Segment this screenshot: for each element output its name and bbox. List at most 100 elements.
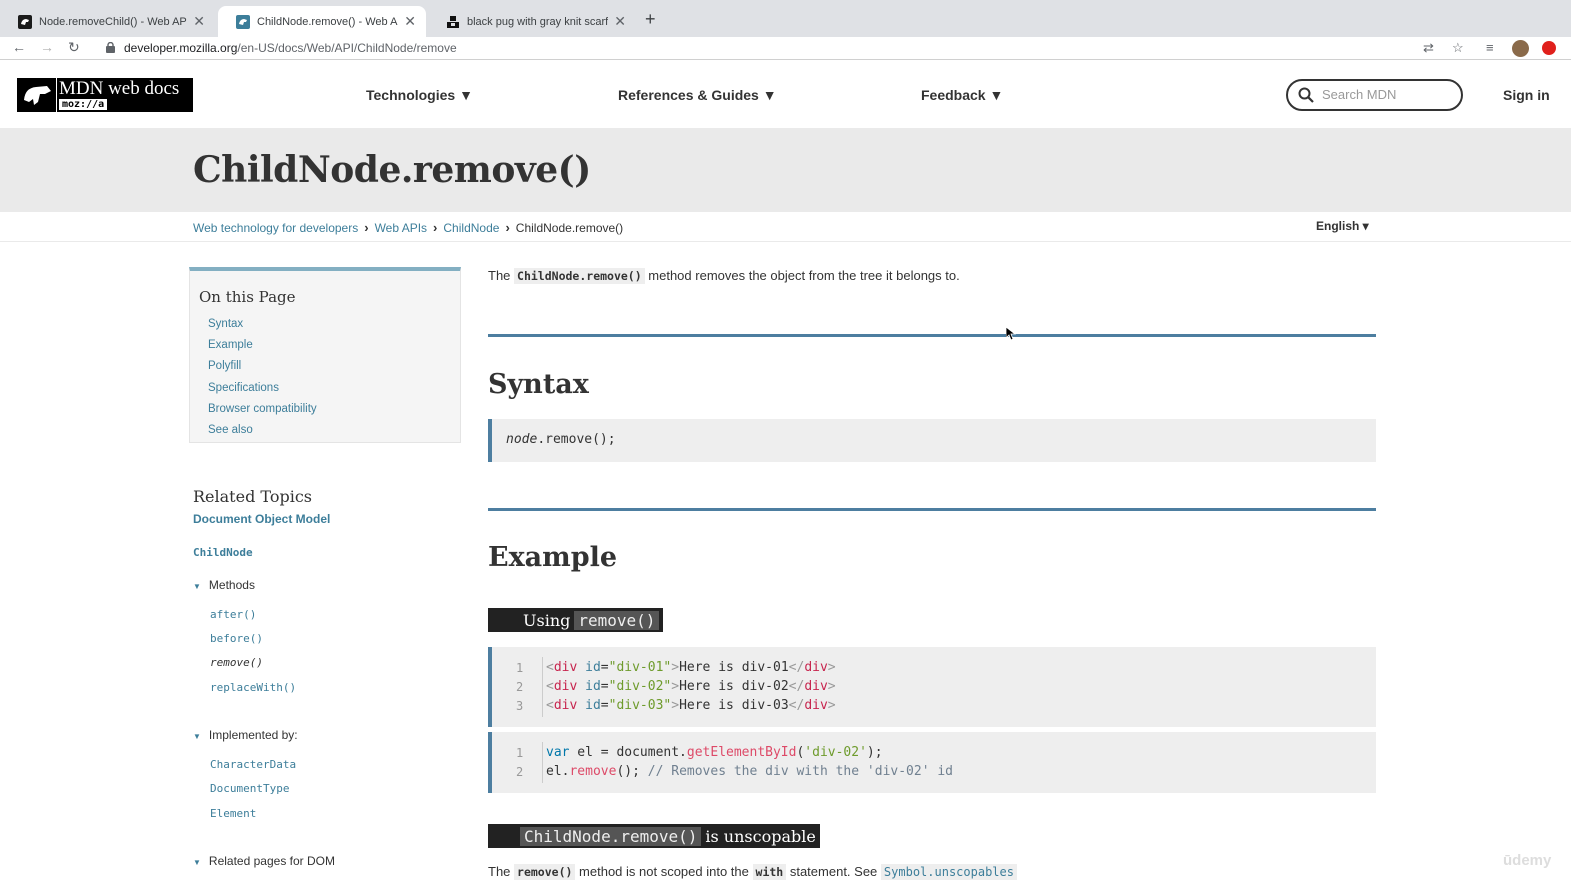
intro-paragraph: The ChildNode.remove() method removes th… [488, 268, 960, 284]
logo-title: MDN web docs [59, 78, 180, 99]
line-gutter [542, 657, 543, 717]
forward-icon[interactable]: → [40, 39, 54, 55]
section-divider [488, 334, 1376, 337]
line-number: 1 [516, 661, 524, 675]
breadcrumb-web-tech[interactable]: Web technology for developers [193, 221, 358, 235]
toc-item-see-also[interactable]: See also [208, 423, 317, 444]
unscopable-text: is unscopable [705, 826, 816, 846]
mouse-cursor-icon [1006, 327, 1016, 341]
back-icon[interactable]: ← [12, 39, 26, 55]
implemented-label: Implemented by: [208, 728, 298, 742]
tab-node-removechild[interactable]: Node.removeChild() - Web API ✕ [0, 6, 215, 37]
related-pages-toggle[interactable]: ▼ Related pages for DOM [193, 854, 335, 868]
unscopable-paragraph: The remove() method is not scoped into t… [488, 864, 1017, 880]
method-remove-current: remove() [210, 656, 263, 669]
url-host: developer.mozilla.org [124, 41, 238, 55]
toc-item-syntax[interactable]: Syntax [208, 317, 317, 338]
logo-text: MDN web docs moz://a [56, 78, 193, 112]
close-icon[interactable]: ✕ [193, 13, 205, 30]
extension-record-icon[interactable] [1542, 41, 1556, 55]
line-number: 2 [516, 765, 524, 779]
breadcrumb-web-apis[interactable]: Web APIs [375, 221, 427, 235]
inline-code: remove() [514, 864, 576, 880]
using-label: Using [523, 610, 571, 630]
triangle-down-icon: ▼ [193, 732, 201, 741]
chevron-right-icon: › [505, 220, 510, 235]
chevron-right-icon: › [433, 220, 438, 235]
triangle-down-icon: ▼ [193, 858, 201, 867]
reading-list-icon[interactable]: ≡ [1486, 40, 1494, 55]
toc-heading: On this Page [199, 288, 296, 306]
breadcrumb: Web technology for developers › Web APIs… [193, 220, 623, 235]
paragraph-text: method is not scoped into the [579, 864, 749, 879]
search-input[interactable] [1322, 87, 1452, 102]
search-box[interactable] [1286, 79, 1463, 111]
using-code: remove() [574, 610, 660, 630]
related-pages-label: Related pages for DOM [208, 854, 335, 868]
impl-characterdata-link[interactable]: CharacterData [210, 758, 296, 771]
language-selector[interactable]: English ▾ [1316, 219, 1369, 233]
line-number: 1 [516, 746, 524, 760]
tab-title: ChildNode.remove() - Web API [257, 15, 399, 28]
close-icon[interactable]: ✕ [614, 13, 626, 30]
related-topics: Related Topics Document Object Model [193, 487, 463, 526]
url-field[interactable]: developer.mozilla.org/en-US/docs/Web/API… [124, 41, 457, 55]
tab-childnode-remove[interactable]: ChildNode.remove() - Web API ✕ [218, 6, 426, 37]
nav-references-guides[interactable]: References & Guides ▼ [618, 87, 777, 103]
breadcrumb-childnode[interactable]: ChildNode [443, 221, 499, 235]
method-replacewith-link[interactable]: replaceWith() [210, 681, 296, 694]
related-dom-link[interactable]: Document Object Model [193, 512, 463, 526]
tab-title: black pug with gray knit scarf [467, 15, 609, 28]
profile-avatar[interactable] [1512, 40, 1529, 57]
using-remove-heading: Using remove() [488, 608, 664, 632]
tab-black-pug[interactable]: black pug with gray knit scarf ✕ [428, 6, 636, 37]
translate-icon[interactable]: ⇄ [1423, 40, 1434, 56]
dino-logo-icon [17, 78, 56, 112]
impl-element-link[interactable]: Element [210, 807, 256, 820]
mdn-favicon-icon [18, 14, 32, 29]
unscopable-heading: ChildNode.remove() is unscopable [488, 824, 820, 848]
triangle-down-icon: ▼ [193, 582, 201, 591]
search-icon [1298, 87, 1314, 103]
related-childnode-link[interactable]: ChildNode [193, 546, 253, 559]
impl-documenttype-link[interactable]: DocumentType [210, 782, 289, 795]
lock-icon [106, 42, 115, 53]
page-title: ChildNode.remove() [193, 149, 591, 191]
js-code-block: 1 var el = document.getElementById('div-… [488, 732, 1376, 793]
reload-icon[interactable]: ↻ [68, 39, 80, 56]
close-icon[interactable]: ✕ [404, 13, 416, 30]
toc-item-browser-compat[interactable]: Browser compatibility [208, 402, 317, 423]
inline-code: with [752, 864, 787, 880]
toc-item-specifications[interactable]: Specifications [208, 381, 317, 402]
unscopable-code: ChildNode.remove() [520, 826, 702, 846]
bookmark-star-icon[interactable]: ☆ [1452, 40, 1464, 56]
symbol-unscopables-link[interactable]: Symbol.unscopables [880, 864, 1017, 880]
toc-item-example[interactable]: Example [208, 338, 317, 359]
intro-text: The [488, 268, 511, 283]
implemented-group-toggle[interactable]: ▼ Implemented by: [193, 728, 298, 742]
code-line: var el = document.getElementById('div-02… [546, 745, 883, 760]
methods-group-toggle[interactable]: ▼ Methods [193, 578, 255, 592]
section-divider [488, 508, 1376, 511]
line-number: 3 [516, 699, 524, 713]
toc-item-polyfill[interactable]: Polyfill [208, 359, 317, 380]
code-line: <div id="div-03">Here is div-03</div> [546, 698, 836, 713]
sign-in-link[interactable]: Sign in [1503, 87, 1550, 103]
mdn-logo[interactable]: MDN web docs moz://a [17, 78, 193, 112]
mdn-header: MDN web docs moz://a Technologies ▼ Refe… [0, 61, 1571, 128]
syntax-heading: Syntax [488, 369, 589, 400]
syntax-object: node [506, 432, 538, 447]
related-heading: Related Topics [193, 487, 312, 506]
nav-technologies[interactable]: Technologies ▼ [366, 87, 473, 103]
method-before-link[interactable]: before() [210, 632, 263, 645]
breadcrumb-current: ChildNode.remove() [515, 220, 624, 235]
nav-feedback[interactable]: Feedback ▼ [921, 87, 1003, 103]
toc-list: Syntax Example Polyfill Specifications B… [208, 317, 317, 444]
method-after-link[interactable]: after() [210, 608, 256, 621]
unsplash-favicon-icon [446, 15, 460, 29]
paragraph-text: statement. See [789, 864, 878, 879]
paragraph-text: The [488, 864, 511, 879]
new-tab-button[interactable]: + [645, 9, 656, 30]
code-line: el.remove(); // Removes the div with the… [546, 764, 954, 779]
syntax-code-block: node.remove(); [488, 419, 1376, 462]
